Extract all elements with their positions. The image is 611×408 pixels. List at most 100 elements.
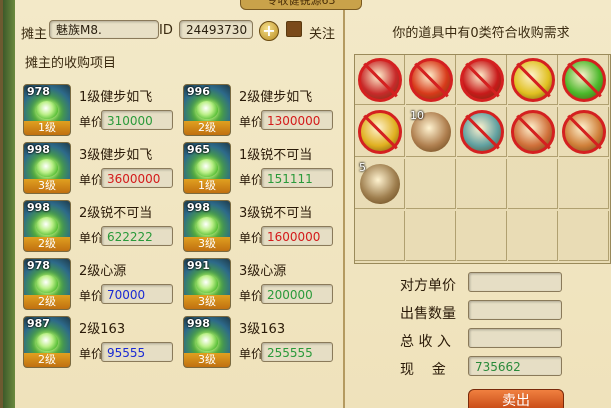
sell-qty-input[interactable]	[468, 300, 562, 320]
orb-icon	[36, 275, 58, 293]
purchase-entry[interactable]: 998 3级 3级健步如飞 单价 3600000	[17, 142, 177, 198]
item-name: 1级健步如飞	[79, 90, 153, 105]
purchase-entry[interactable]: 998 2级 2级锐不可当 单价 622222	[17, 200, 177, 256]
inventory-slot[interactable]	[508, 211, 558, 261]
plus-icon[interactable]: +	[259, 21, 279, 41]
item-name: 2级健步如飞	[239, 90, 313, 105]
price-label: 单价	[239, 231, 264, 245]
stock-count: 991	[187, 259, 210, 272]
stock-count: 998	[187, 201, 210, 214]
inventory-slot[interactable]	[559, 211, 609, 261]
purchase-entry[interactable]: 978 2级 2级心源 单价 70000	[17, 258, 177, 314]
purchase-list: 摊主的收购项目 978 1级 1级健步如飞 单价 310000 996 2级 2级健步如飞 单价…	[15, 46, 343, 408]
inventory-slot[interactable]	[508, 55, 558, 105]
not-allowed-icon	[409, 58, 453, 102]
inventory-slot[interactable]	[559, 107, 609, 157]
stock-count: 978	[27, 259, 50, 272]
price-label: 单价	[79, 347, 104, 361]
purchase-entry[interactable]: 978 1级 1级健步如飞 单价 310000	[17, 84, 177, 140]
price-label: 单价	[79, 173, 104, 187]
gem-icon: 998 3级	[183, 316, 231, 368]
item-name: 3级锐不可当	[239, 206, 313, 221]
inventory-slot[interactable]	[355, 55, 405, 105]
follow-checkbox[interactable]	[286, 21, 302, 37]
stall-owner-bar: 摊主 魅族M8. ID 24493730 + 关注	[15, 14, 345, 46]
stock-count: 965	[187, 143, 210, 156]
price-field: 95555	[101, 342, 173, 362]
not-allowed-icon	[460, 58, 504, 102]
price-field: 151111	[261, 168, 333, 188]
inventory-slot[interactable]	[457, 107, 507, 157]
cash-field: 735662	[468, 356, 562, 376]
price-field: 3600000	[101, 168, 173, 188]
orb-icon	[196, 101, 218, 119]
gem-icon: 998 2级	[23, 200, 71, 252]
inventory-slot[interactable]	[355, 107, 405, 157]
level-badge: 3级	[184, 295, 230, 309]
purchase-entry[interactable]: 998 3级 3级锐不可当 单价 1600000	[177, 200, 337, 256]
stock-count: 978	[27, 85, 50, 98]
orb-icon	[196, 217, 218, 235]
orb-icon	[196, 333, 218, 351]
gem-icon: 998 3级	[23, 142, 71, 194]
stock-count: 998	[27, 143, 50, 156]
purchase-entry[interactable]: 991 3级 3级心源 单价 200000	[177, 258, 337, 314]
inventory-slot[interactable]	[355, 211, 405, 261]
inventory-slot[interactable]	[457, 211, 507, 261]
price-field: 1600000	[261, 226, 333, 246]
inventory-slot[interactable]	[406, 55, 456, 105]
orb-icon	[196, 159, 218, 177]
inventory-slot[interactable]	[406, 159, 456, 209]
inventory-slot[interactable]	[559, 55, 609, 105]
price-label: 单价	[79, 231, 104, 245]
inventory-slot[interactable]: 5	[355, 159, 405, 209]
item-name: 2级163	[79, 322, 126, 337]
level-badge: 2级	[24, 295, 70, 309]
orb-icon	[196, 275, 218, 293]
sell-button[interactable]: 卖出	[468, 389, 564, 408]
id-label: ID	[159, 23, 173, 38]
counter-price-label: 对方单价	[400, 278, 456, 294]
not-allowed-icon	[358, 58, 402, 102]
inventory-slot[interactable]	[559, 159, 609, 209]
gem-icon: 996 2级	[183, 84, 231, 136]
inventory-slot[interactable]	[508, 107, 558, 157]
gem-icon: 965 1级	[183, 142, 231, 194]
level-badge: 3级	[184, 353, 230, 367]
purchase-entry[interactable]: 998 3级 3级163 单价 255555	[177, 316, 337, 372]
owner-name-field: 魅族M8.	[49, 20, 159, 39]
inventory-slot[interactable]	[508, 159, 558, 209]
orb-icon	[36, 101, 58, 119]
price-label: 单价	[239, 115, 264, 129]
level-badge: 2级	[24, 237, 70, 251]
purchase-entry[interactable]: 987 2级 2级163 单价 95555	[17, 316, 177, 372]
id-field: 24493730	[179, 20, 253, 39]
purchase-entry[interactable]: 965 1级 1级锐不可当 单价 151111	[177, 142, 337, 198]
total-income-field	[468, 328, 562, 348]
orb-icon	[36, 333, 58, 351]
purchase-entry[interactable]: 996 2级 2级健步如飞 单价 1300000	[177, 84, 337, 140]
total-income-label: 总 收 入	[400, 334, 451, 350]
orb-icon	[36, 217, 58, 235]
match-summary: 你的道具中有0类符合收购需求	[392, 26, 570, 41]
not-allowed-icon	[511, 58, 555, 102]
inventory-slot[interactable]: 10	[406, 107, 456, 157]
gem-icon: 987 2级	[23, 316, 71, 368]
not-allowed-icon	[460, 110, 504, 154]
inventory-slot[interactable]	[406, 211, 456, 261]
level-badge: 1级	[24, 121, 70, 135]
inventory-slot[interactable]	[457, 55, 507, 105]
level-badge: 3级	[184, 237, 230, 251]
price-label: 单价	[79, 289, 104, 303]
price-field: 70000	[101, 284, 173, 304]
item-count: 10	[410, 109, 424, 122]
item-count: 5	[359, 161, 366, 174]
gem-icon: 998 3级	[183, 200, 231, 252]
price-field: 310000	[101, 110, 173, 130]
inventory-slot[interactable]	[457, 159, 507, 209]
item-name: 3级心源	[239, 264, 287, 279]
price-label: 单价	[79, 115, 104, 129]
price-label: 单价	[239, 347, 264, 361]
divider	[343, 10, 345, 408]
level-badge: 1级	[184, 179, 230, 193]
